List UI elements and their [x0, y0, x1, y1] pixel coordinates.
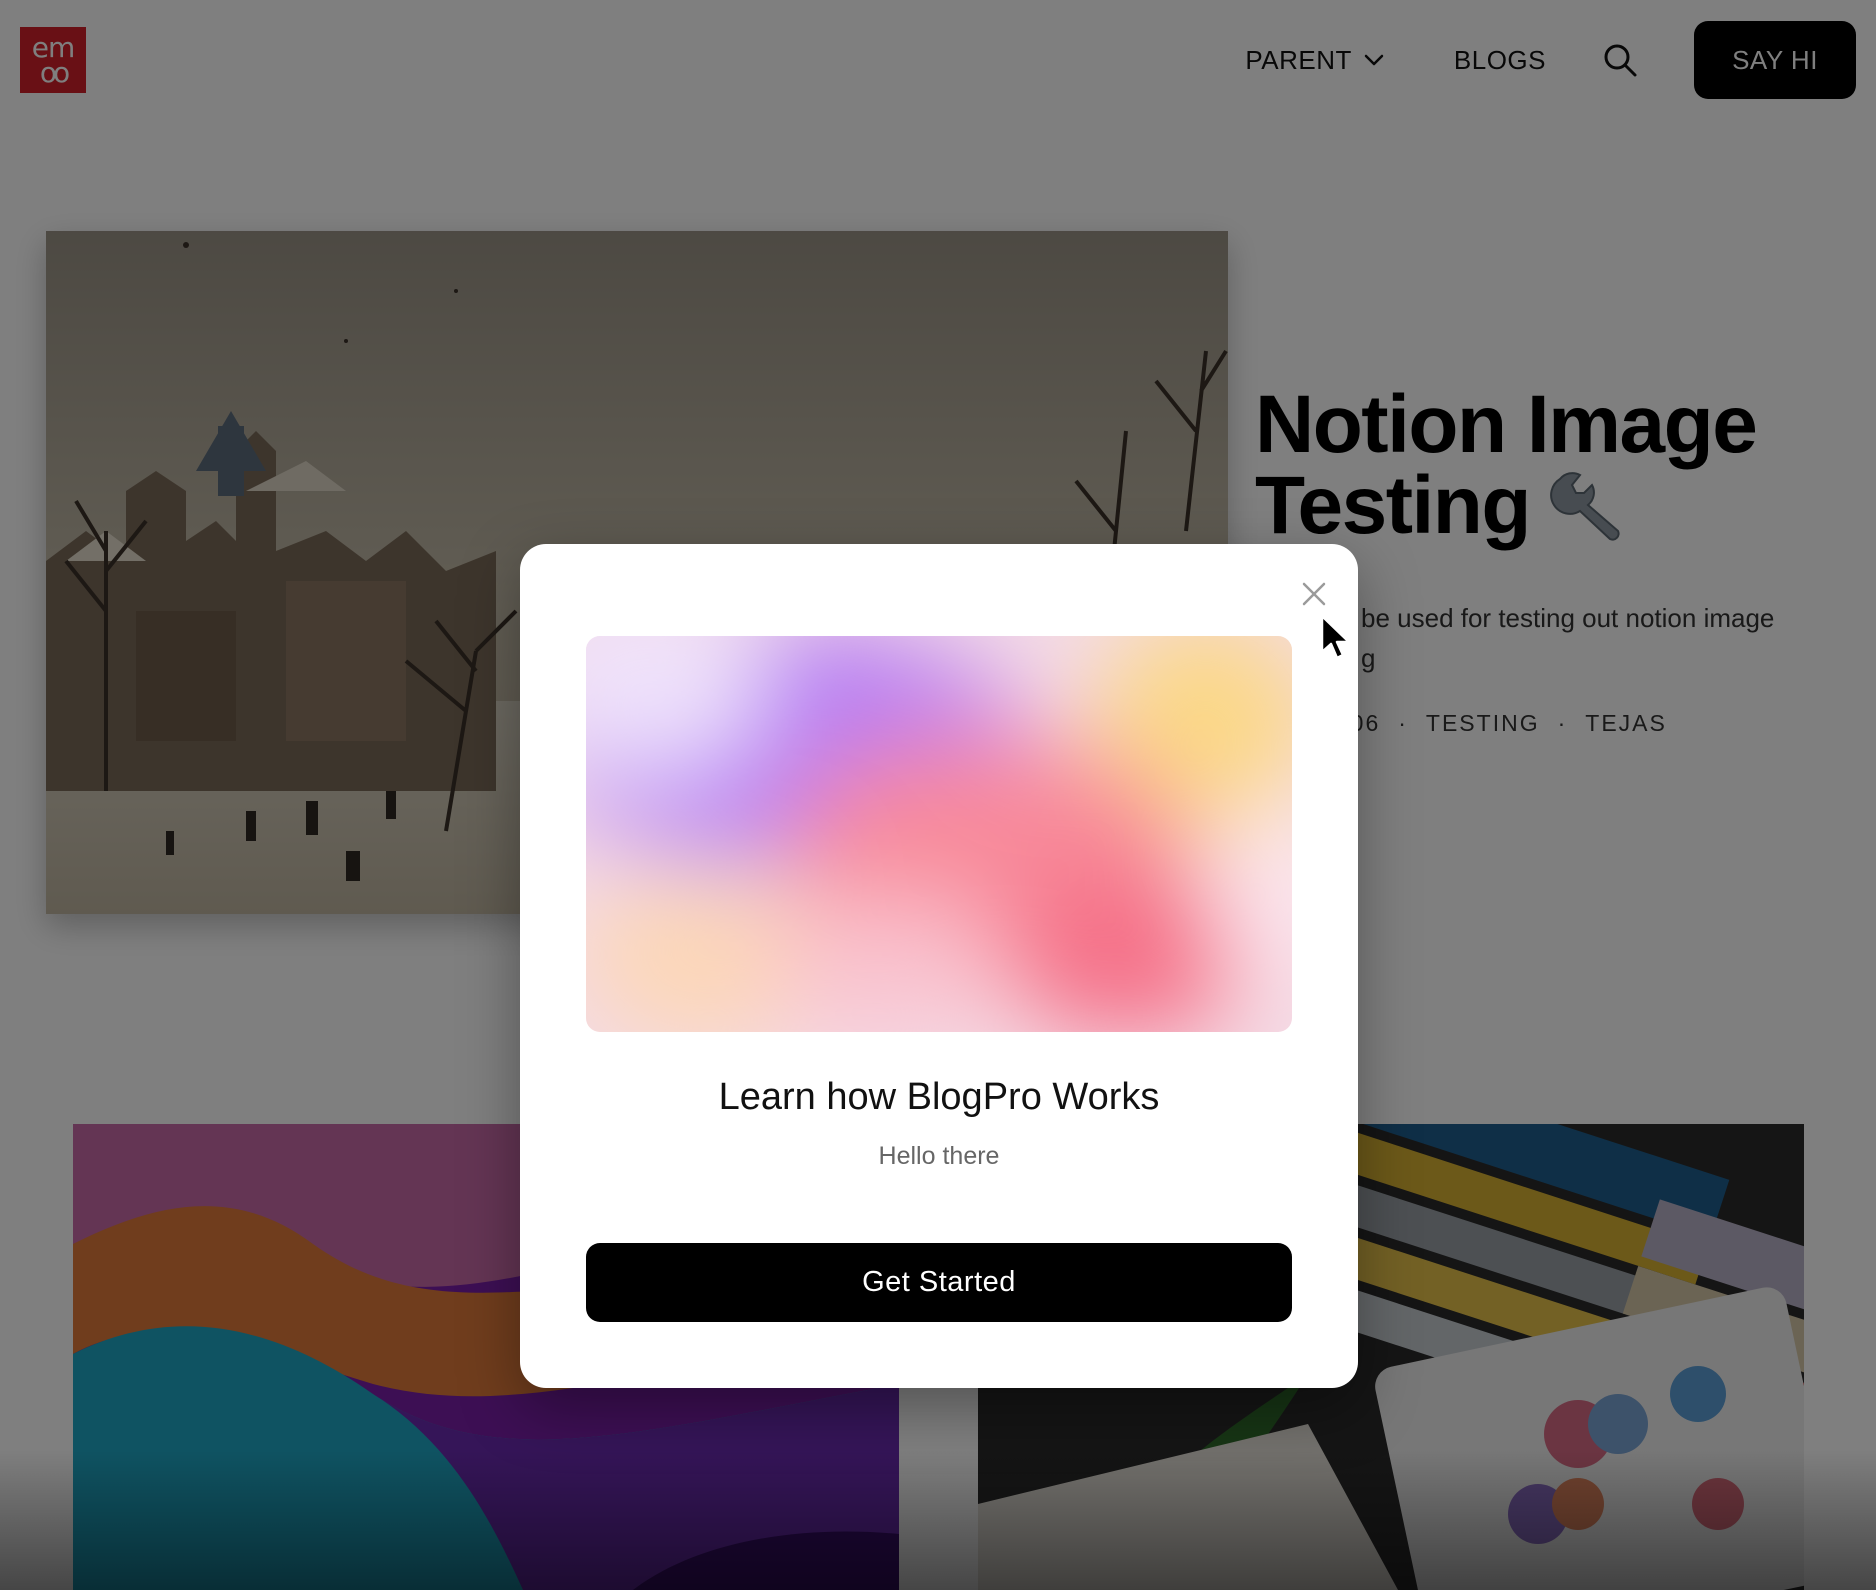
onboarding-modal: Learn how BlogPro Works Hello there Get …: [520, 544, 1358, 1388]
mouse-cursor-icon: [1320, 614, 1351, 660]
get-started-button[interactable]: Get Started: [586, 1243, 1292, 1322]
backdrop-fade: [0, 1450, 1876, 1590]
modal-subtitle: Hello there: [878, 1142, 1000, 1170]
gradient-hero-image: [586, 636, 1292, 1032]
close-icon[interactable]: [1296, 576, 1332, 612]
modal-title: Learn how BlogPro Works: [718, 1076, 1160, 1118]
